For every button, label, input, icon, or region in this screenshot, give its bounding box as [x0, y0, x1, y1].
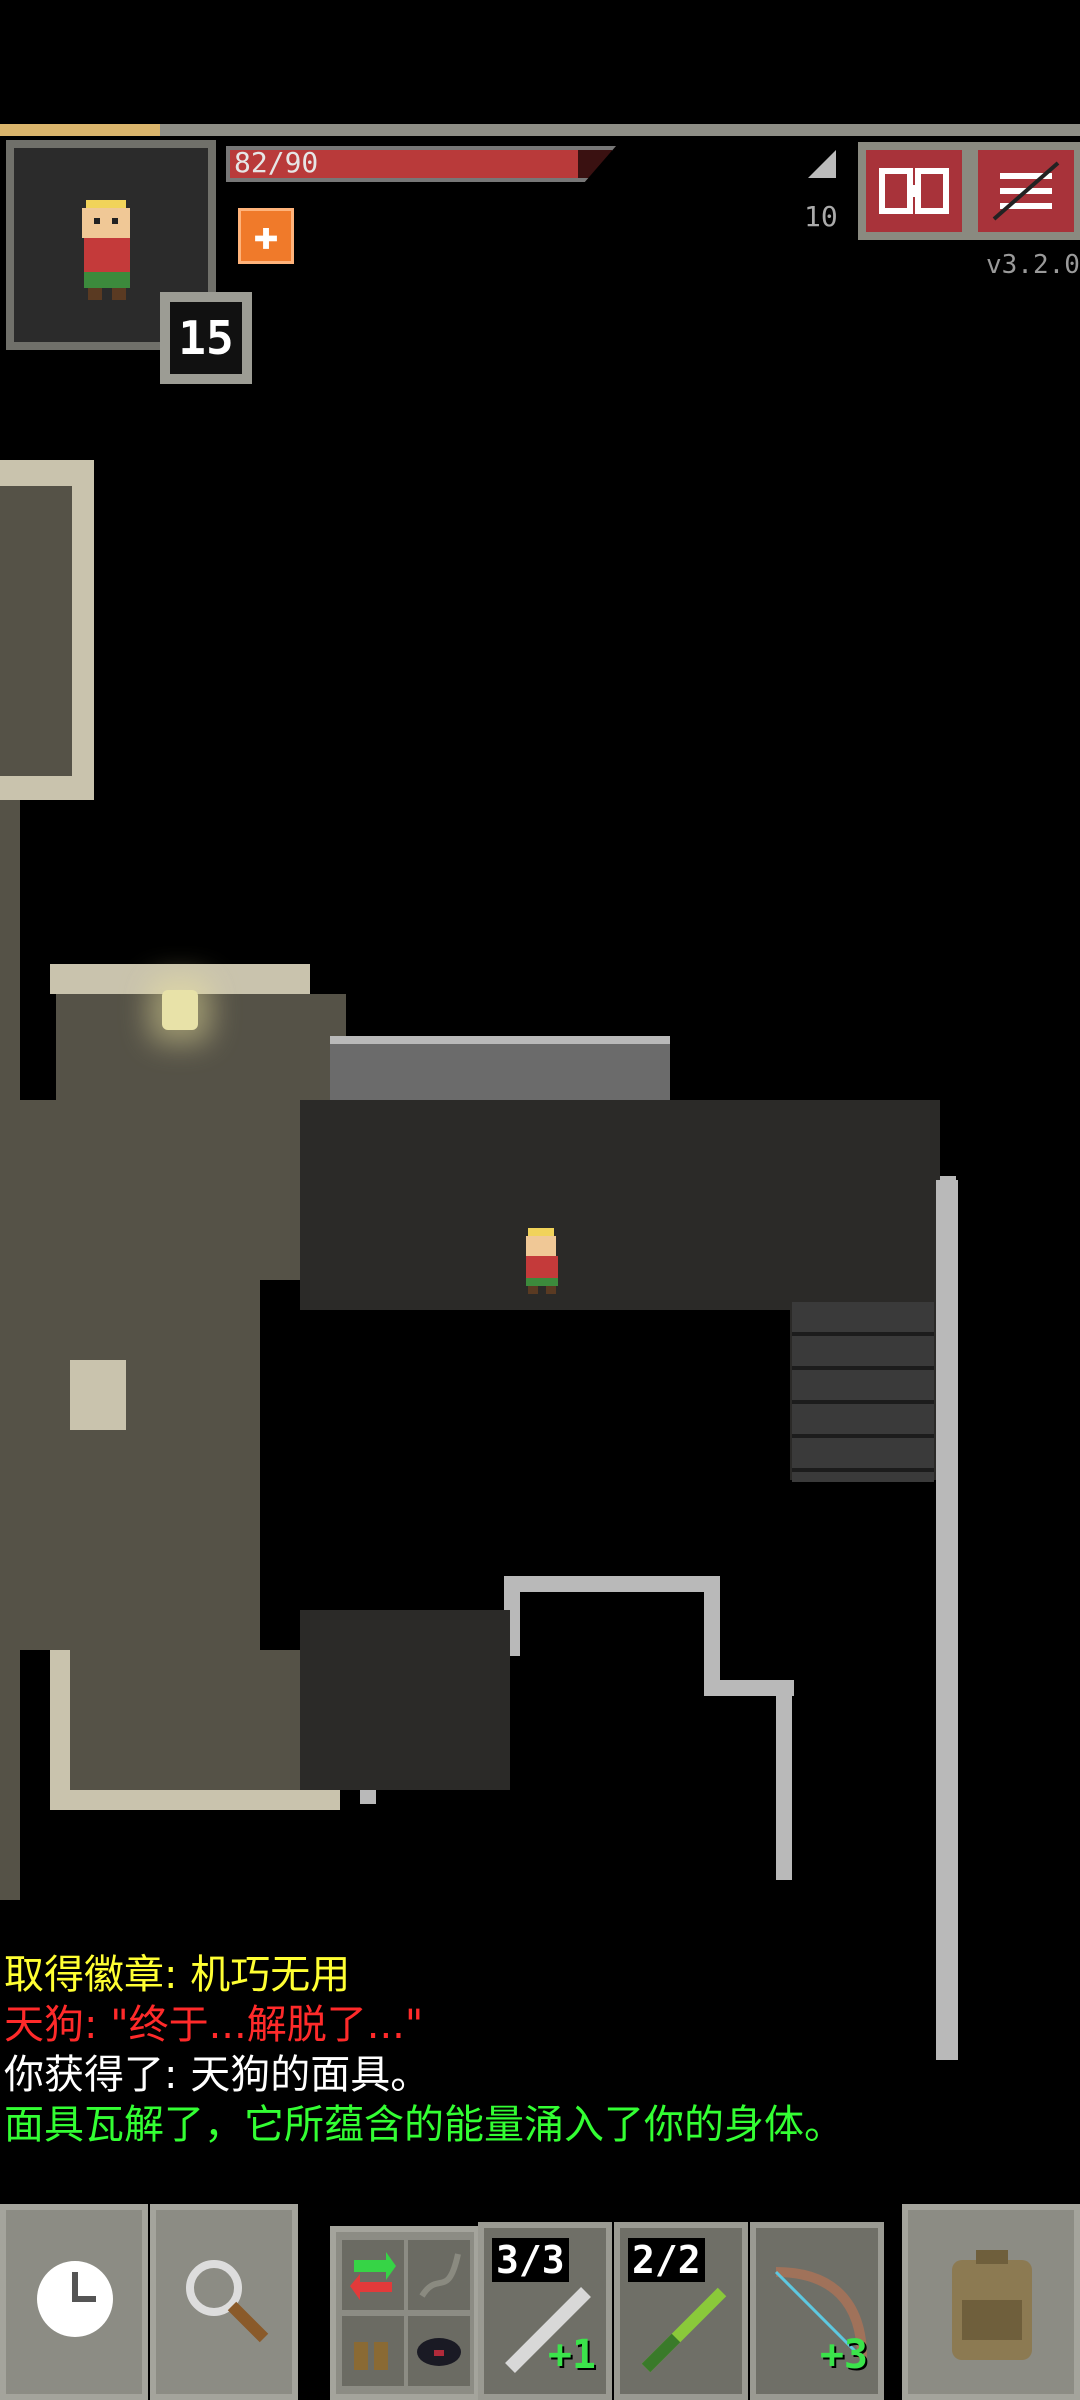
hero-sprite[interactable] — [516, 1228, 568, 1294]
top-divider — [0, 124, 1080, 136]
cloak-icon — [417, 2338, 461, 2366]
log-line: 面具瓦解了，它所蕴含的能量涌入了你的身体。 — [4, 2102, 844, 2148]
log-line: 天狗: "终于...解脱了..." — [4, 2002, 424, 2048]
wall — [936, 1180, 958, 2060]
version-label: v3.2.0 — [986, 250, 1080, 280]
iron-door[interactable] — [792, 1302, 934, 1482]
journal-button[interactable] — [858, 142, 970, 240]
floor — [70, 1650, 310, 1790]
magnifier-icon — [186, 2260, 269, 2343]
log-line: 取得徽章: 机巧无用 — [4, 1952, 351, 1998]
game-log: 取得徽章: 机巧无用 天狗: "终于...解脱了..." 你获得了: 天狗的面具… — [4, 1950, 884, 2150]
journal-icon — [879, 168, 949, 214]
floor — [0, 486, 72, 776]
quickslot-3[interactable]: +3 — [750, 2222, 884, 2400]
wall — [330, 1040, 670, 1100]
wall — [50, 1650, 70, 1810]
floor — [300, 1610, 510, 1790]
wall — [504, 1576, 720, 1592]
quick-actions-panel — [330, 2226, 480, 2400]
search-button[interactable] — [150, 2204, 298, 2400]
swap-icon — [350, 2252, 396, 2300]
menu-icon — [992, 161, 1060, 221]
dungeon-map[interactable] — [0, 450, 1080, 2060]
rope-icon — [419, 2253, 461, 2298]
cloak-slot[interactable] — [408, 2316, 470, 2386]
quickslot-bonus: +1 — [547, 2332, 596, 2378]
wall — [704, 1576, 720, 1696]
floor — [0, 1280, 260, 1650]
backpack-button[interactable] — [902, 2204, 1080, 2400]
boots-icon — [354, 2342, 388, 2370]
quickslot-1[interactable]: 3/3 +1 — [478, 2222, 612, 2400]
depth-indicator: 10 — [804, 200, 838, 233]
swap-button[interactable] — [342, 2240, 404, 2310]
wall — [70, 1360, 126, 1430]
hero-level-badge: 15 — [160, 292, 252, 384]
experience-bar — [0, 124, 160, 136]
plus-buff-icon[interactable]: ✚ — [238, 208, 294, 264]
wand-icon — [641, 2287, 727, 2373]
quickslot-2[interactable]: 2/2 — [614, 2222, 748, 2400]
log-line: 你获得了: 天狗的面具。 — [4, 2052, 431, 2098]
boots-slot[interactable] — [342, 2316, 404, 2386]
quickslot-bonus: +3 — [819, 2332, 868, 2378]
clock-icon — [37, 2261, 113, 2337]
lantern-icon — [162, 990, 198, 1030]
wall — [776, 1680, 792, 1880]
backpack-icon — [952, 2250, 1032, 2360]
rope-slot[interactable] — [408, 2240, 470, 2310]
depth-stairs-icon — [808, 150, 836, 178]
wall — [330, 1036, 670, 1044]
hp-text: 82/90 — [234, 146, 319, 179]
wall — [50, 1790, 340, 1810]
floor — [300, 1100, 940, 1310]
wait-button[interactable] — [0, 2204, 148, 2400]
menu-button[interactable] — [970, 142, 1080, 240]
